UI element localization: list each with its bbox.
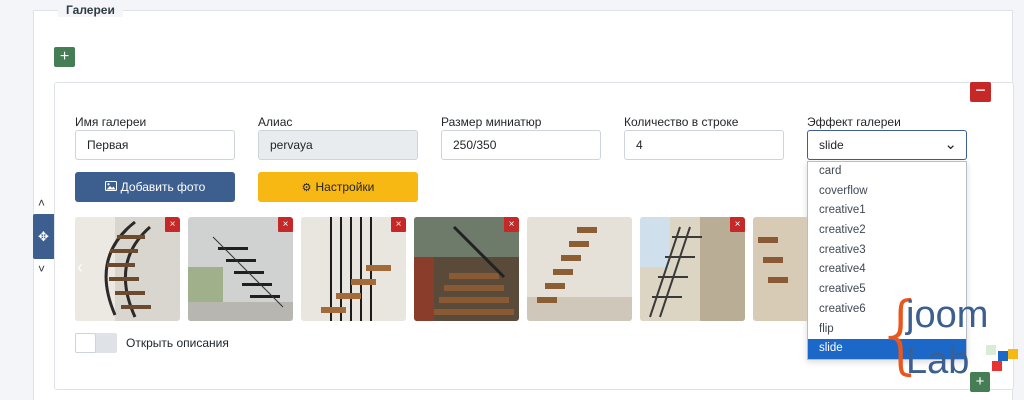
descriptions-toggle-label: Открыть описания (126, 336, 229, 350)
gallery-name-label: Имя галереи (75, 115, 147, 129)
photo-thumbnail[interactable]: × (301, 217, 406, 321)
gallery-name-input[interactable]: Первая (75, 130, 235, 160)
galleries-legend: Галереи (58, 3, 123, 17)
effect-option[interactable]: coverflow (808, 182, 966, 202)
effect-option[interactable]: creative2 (808, 221, 966, 241)
effect-select-value: slide (819, 138, 844, 152)
remove-gallery-button[interactable]: − (970, 81, 991, 102)
logo-square-icon (986, 345, 996, 355)
settings-label: Настройки (315, 180, 375, 194)
add-photo-button[interactable]: Добавить фото (75, 172, 235, 202)
image-icon (104, 173, 117, 203)
add-gallery-button[interactable]: + (54, 47, 75, 67)
logo-square-icon (998, 351, 1008, 361)
toggle-knob (75, 333, 96, 353)
add-gallery-bottom-button[interactable]: + (970, 372, 990, 392)
photo-thumbnail[interactable] (527, 217, 632, 321)
delete-photo-button[interactable]: × (278, 217, 293, 232)
photo-thumbnail[interactable]: × (414, 217, 519, 321)
effect-option[interactable]: creative1 (808, 201, 966, 221)
move-up-icon[interactable]: ˄ (38, 196, 45, 210)
photo-thumbnail[interactable]: × (188, 217, 293, 321)
photo-thumbnail[interactable]: × (640, 217, 745, 321)
delete-photo-button[interactable]: × (504, 217, 519, 232)
photo-thumbnail[interactable]: ‹ × (75, 217, 180, 321)
thumb-size-input[interactable]: 250/350 (441, 130, 601, 160)
logo-square-icon (992, 361, 1002, 371)
alias-input[interactable]: pervaya (258, 130, 418, 160)
gears-icon: ⚙ (301, 182, 312, 194)
effect-label: Эффект галереи (807, 115, 901, 129)
delete-photo-button[interactable]: × (730, 217, 745, 232)
effect-select[interactable]: slide ⌄ (807, 130, 967, 160)
effect-option[interactable]: creative4 (808, 260, 966, 280)
delete-photo-button[interactable]: × (391, 217, 406, 232)
chevron-down-icon: ⌄ (944, 136, 957, 153)
delete-photo-button[interactable]: × (165, 217, 180, 232)
add-photo-label: Добавить фото (120, 180, 206, 194)
per-row-label: Количество в строке (624, 115, 739, 129)
drag-handle-icon[interactable]: ✥ (33, 214, 54, 259)
logo-text-top: joom (906, 294, 989, 336)
photo-strip: ‹ × × × × × (75, 217, 807, 321)
descriptions-toggle[interactable] (75, 333, 117, 353)
joomlab-logo: { joom Lab (874, 287, 1024, 388)
thumb-size-label: Размер миниатюр (441, 115, 542, 129)
per-row-input[interactable]: 4 (624, 130, 784, 160)
move-down-icon[interactable]: ˅ (38, 262, 45, 276)
effect-option[interactable]: card (808, 162, 966, 182)
logo-text-bottom: Lab (906, 340, 970, 382)
chevron-left-icon[interactable]: ‹ (77, 257, 83, 278)
photo-thumbnail[interactable] (753, 217, 807, 321)
settings-button[interactable]: ⚙ Настройки (258, 172, 418, 202)
alias-label: Алиас (258, 115, 293, 129)
logo-square-icon (1008, 349, 1018, 359)
effect-option[interactable]: creative3 (808, 241, 966, 261)
